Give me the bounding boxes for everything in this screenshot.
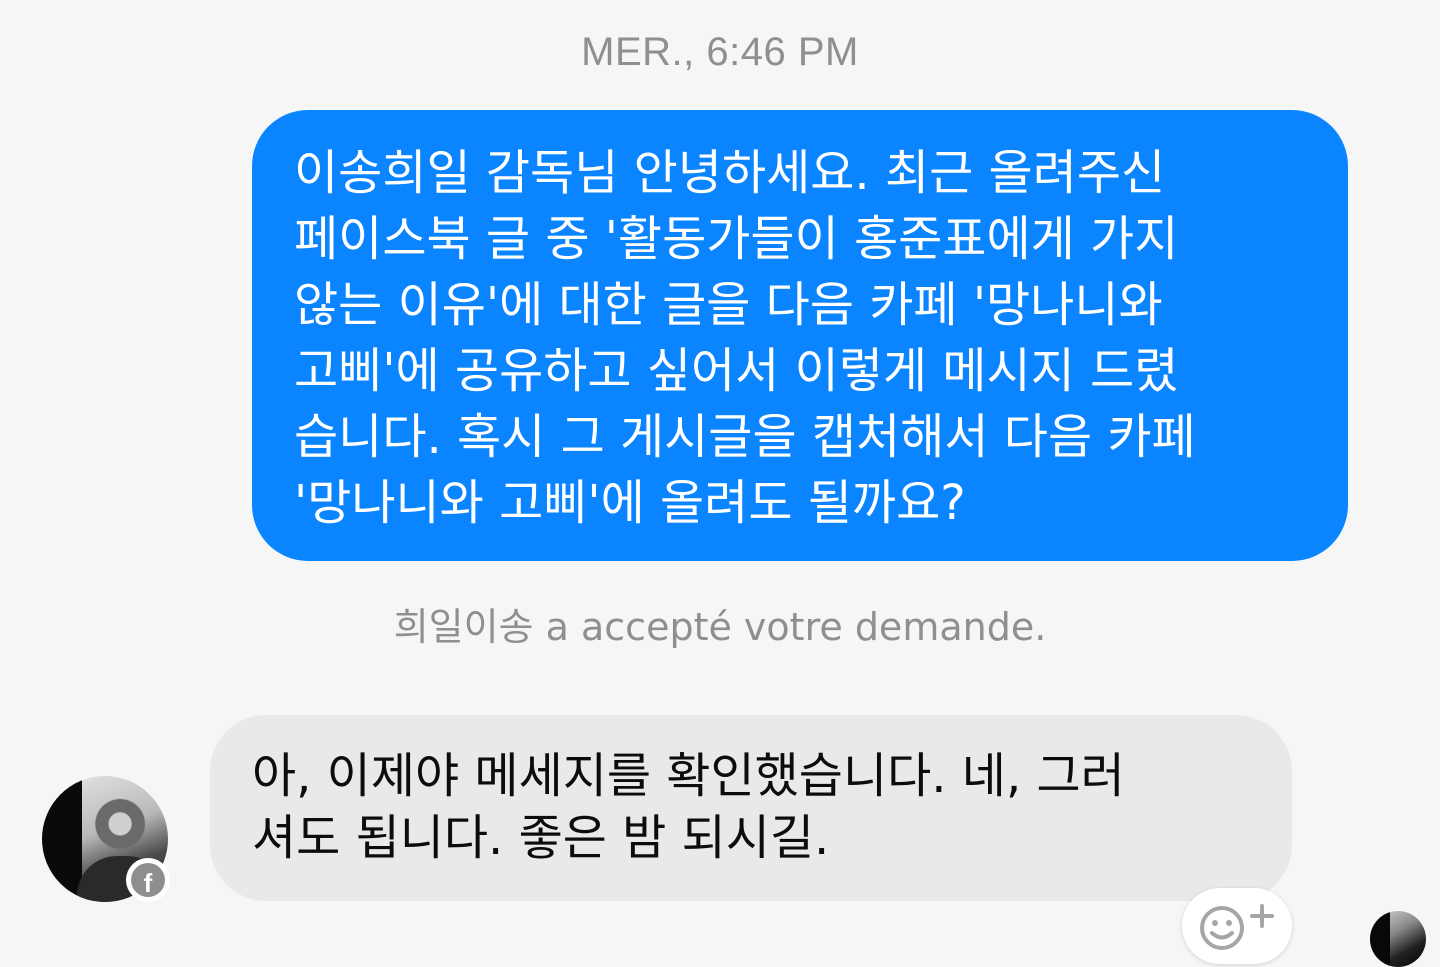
outgoing-message-line: 페이스북 글 중 '활동가들이 홍준표에게 가지	[294, 211, 1179, 267]
incoming-message-line: 셔도 됩니다. 좋은 밤 되시길.	[252, 810, 830, 866]
outgoing-message-line: '망나니와 고삐'에 올려도 될까요?	[294, 475, 966, 531]
outgoing-message-line: 고삐'에 공유하고 싶어서 이렇게 메시지 드렸	[294, 343, 1179, 399]
avatar-shadow	[42, 776, 82, 902]
messenger-conversation: MER., 6:46 PM 이송희일 감독님 안녕하세요. 최근 올려주신 페이…	[0, 0, 1440, 967]
outgoing-message-line: 습니다. 혹시 그 게시글을 캡처해서 다음 카페	[294, 409, 1196, 465]
outgoing-message-line: 이송희일 감독님 안녕하세요. 최근 올려주신	[294, 145, 1166, 201]
avatar-shadow	[1370, 911, 1390, 967]
read-receipt-avatar	[1370, 911, 1426, 967]
timestamp: MER., 6:46 PM	[581, 30, 859, 74]
add-reaction-button[interactable]	[1182, 888, 1292, 964]
outgoing-message-line: 않는 이유'에 대한 글을 다음 카페 '망나니와	[294, 277, 1163, 333]
smiley-plus-icon	[1200, 904, 1274, 950]
request-accepted-note: 희일이송 a accepté votre demande.	[393, 605, 1047, 649]
facebook-icon: f	[126, 858, 170, 902]
incoming-message-bubble[interactable]: 아, 이제야 메세지를 확인했습니다. 네, 그러 셔도 됩니다. 좋은 밤 되…	[210, 715, 1292, 901]
facebook-badge-glyph: f	[131, 863, 165, 897]
incoming-message-line: 아, 이제야 메세지를 확인했습니다. 네, 그러	[252, 748, 1125, 804]
outgoing-message-bubble[interactable]: 이송희일 감독님 안녕하세요. 최근 올려주신 페이스북 글 중 '활동가들이 …	[252, 110, 1348, 561]
